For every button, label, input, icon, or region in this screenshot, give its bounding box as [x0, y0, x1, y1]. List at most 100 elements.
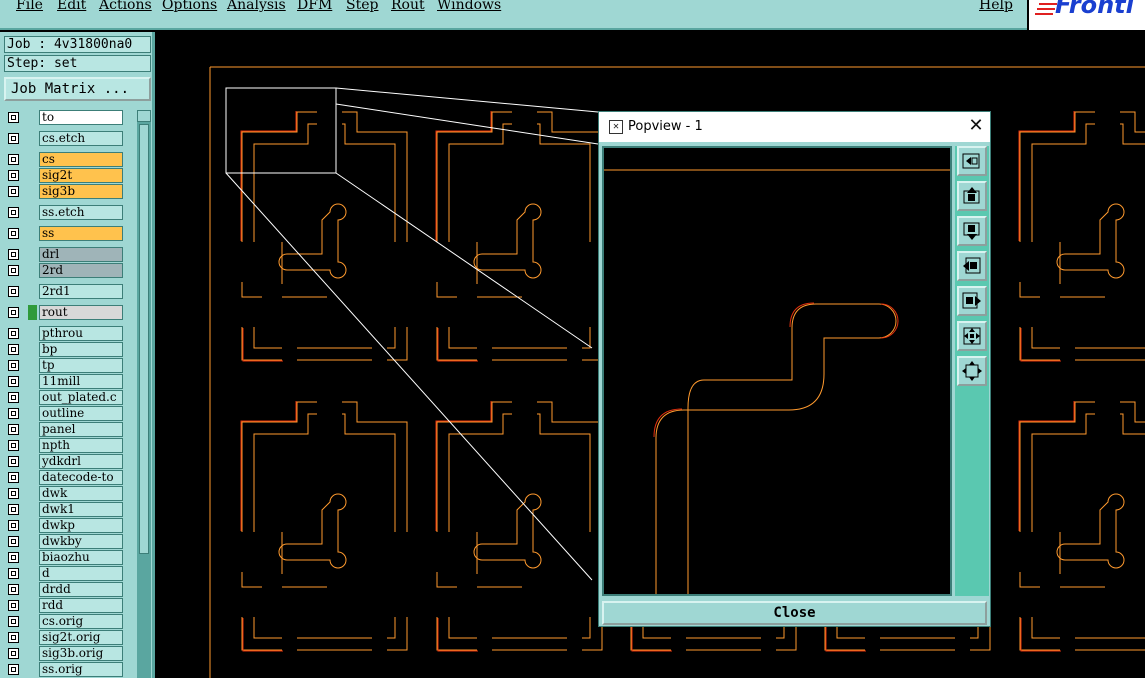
- layer-row[interactable]: drdd: [4, 582, 128, 597]
- layer-name[interactable]: tp: [39, 358, 123, 373]
- layer-name[interactable]: rdd: [39, 598, 123, 613]
- layer-row[interactable]: to: [4, 110, 128, 125]
- layer-checkbox[interactable]: [8, 307, 19, 318]
- layer-name[interactable]: bp: [39, 342, 123, 357]
- layer-name[interactable]: ss: [39, 226, 123, 241]
- layer-row[interactable]: outline: [4, 406, 128, 421]
- layer-checkbox[interactable]: [8, 408, 19, 419]
- menu-step[interactable]: Step: [346, 0, 378, 13]
- layer-checkbox[interactable]: [8, 265, 19, 276]
- pan-down-button[interactable]: [957, 216, 987, 246]
- layer-name[interactable]: ss.orig: [39, 662, 123, 677]
- menu-options[interactable]: Options: [162, 0, 217, 13]
- menu-help[interactable]: Help: [979, 0, 1013, 13]
- layer-row[interactable]: tp: [4, 358, 128, 373]
- layer-checkbox[interactable]: [8, 472, 19, 483]
- layer-row[interactable]: cs.orig: [4, 614, 128, 629]
- layer-name[interactable]: cs.etch: [39, 131, 123, 146]
- layer-checkbox[interactable]: [8, 536, 19, 547]
- pan-up-button[interactable]: [957, 181, 987, 211]
- layer-name[interactable]: datecode-to: [39, 470, 123, 485]
- layer-row[interactable]: rdd: [4, 598, 128, 613]
- menu-dfm[interactable]: DFM: [297, 0, 332, 13]
- layer-checkbox[interactable]: [8, 344, 19, 355]
- layer-row[interactable]: dwkp: [4, 518, 128, 533]
- layer-checkbox[interactable]: [8, 664, 19, 675]
- layer-checkbox[interactable]: [8, 133, 19, 144]
- layer-name[interactable]: pthrou: [39, 326, 123, 341]
- layer-checkbox[interactable]: [8, 504, 19, 515]
- layer-row[interactable]: d: [4, 566, 128, 581]
- menu-analysis[interactable]: Analysis: [227, 0, 286, 13]
- layer-checkbox[interactable]: [8, 616, 19, 627]
- layer-row[interactable]: 2rd: [4, 263, 128, 278]
- popview-canvas[interactable]: [602, 146, 952, 596]
- job-matrix-button[interactable]: Job Matrix ...: [4, 77, 151, 101]
- layer-name[interactable]: 11mill: [39, 374, 123, 389]
- layer-row[interactable]: out_plated.c: [4, 390, 128, 405]
- zoom-back-button[interactable]: [957, 146, 987, 176]
- layer-name[interactable]: ydkdrl: [39, 454, 123, 469]
- layer-row[interactable]: ss: [4, 226, 128, 241]
- layer-row[interactable]: dwk: [4, 486, 128, 501]
- layer-row[interactable]: ss.etch: [4, 205, 128, 220]
- popview-titlebar[interactable]: ✕ Popview - 1 ✕: [599, 112, 990, 143]
- layer-name[interactable]: sig3b: [39, 184, 123, 199]
- layer-row[interactable]: sig3b.orig: [4, 646, 128, 661]
- layer-checkbox[interactable]: [8, 170, 19, 181]
- layer-name[interactable]: drdd: [39, 582, 123, 597]
- layer-row[interactable]: ydkdrl: [4, 454, 128, 469]
- layer-name[interactable]: dwk1: [39, 502, 123, 517]
- layer-row[interactable]: rout: [4, 305, 128, 320]
- layer-row[interactable]: datecode-to: [4, 470, 128, 485]
- layer-name[interactable]: to: [39, 110, 123, 125]
- layer-checkbox[interactable]: [8, 328, 19, 339]
- scrollbar-thumb[interactable]: [139, 124, 149, 554]
- layer-checkbox[interactable]: [8, 424, 19, 435]
- menu-file[interactable]: File: [16, 0, 43, 13]
- layer-checkbox[interactable]: [8, 632, 19, 643]
- layer-checkbox[interactable]: [8, 376, 19, 387]
- layer-checkbox[interactable]: [8, 286, 19, 297]
- layer-row[interactable]: cs.etch: [4, 131, 128, 146]
- layer-name[interactable]: dwkby: [39, 534, 123, 549]
- layer-name[interactable]: panel: [39, 422, 123, 437]
- layer-row[interactable]: cs: [4, 152, 128, 167]
- layer-name[interactable]: ss.etch: [39, 205, 123, 220]
- layer-checkbox[interactable]: [8, 520, 19, 531]
- layer-row[interactable]: panel: [4, 422, 128, 437]
- layer-checkbox[interactable]: [8, 456, 19, 467]
- layer-name[interactable]: rout: [39, 305, 123, 320]
- menu-rout[interactable]: Rout: [391, 0, 425, 13]
- layer-row[interactable]: 2rd1: [4, 284, 128, 299]
- layer-name[interactable]: sig3b.orig: [39, 646, 123, 661]
- layer-checkbox[interactable]: [8, 584, 19, 595]
- layer-name[interactable]: 2rd: [39, 263, 123, 278]
- pan-left-button[interactable]: [957, 251, 987, 281]
- layer-name[interactable]: biaozhu: [39, 550, 123, 565]
- close-icon[interactable]: ✕: [965, 115, 987, 137]
- layer-name[interactable]: drl: [39, 247, 123, 262]
- layer-name[interactable]: sig2t: [39, 168, 123, 183]
- layer-row[interactable]: ss.orig: [4, 662, 128, 677]
- layer-name[interactable]: npth: [39, 438, 123, 453]
- layer-checkbox[interactable]: [8, 568, 19, 579]
- layer-checkbox[interactable]: [8, 154, 19, 165]
- layer-row[interactable]: pthrou: [4, 326, 128, 341]
- layer-name[interactable]: out_plated.c: [39, 390, 123, 405]
- layer-checkbox[interactable]: [8, 207, 19, 218]
- layer-checkbox[interactable]: [8, 249, 19, 260]
- layer-row[interactable]: drl: [4, 247, 128, 262]
- layer-row[interactable]: dwk1: [4, 502, 128, 517]
- menu-actions[interactable]: Actions: [99, 0, 152, 13]
- layer-row[interactable]: sig2t.orig: [4, 630, 128, 645]
- layer-checkbox[interactable]: [8, 488, 19, 499]
- layer-name[interactable]: cs.orig: [39, 614, 123, 629]
- layer-row[interactable]: sig3b: [4, 184, 128, 199]
- layer-row[interactable]: 11mill: [4, 374, 128, 389]
- layer-name[interactable]: dwk: [39, 486, 123, 501]
- layer-checkbox[interactable]: [8, 228, 19, 239]
- layer-checkbox[interactable]: [8, 648, 19, 659]
- layer-row[interactable]: npth: [4, 438, 128, 453]
- layer-checkbox[interactable]: [8, 600, 19, 611]
